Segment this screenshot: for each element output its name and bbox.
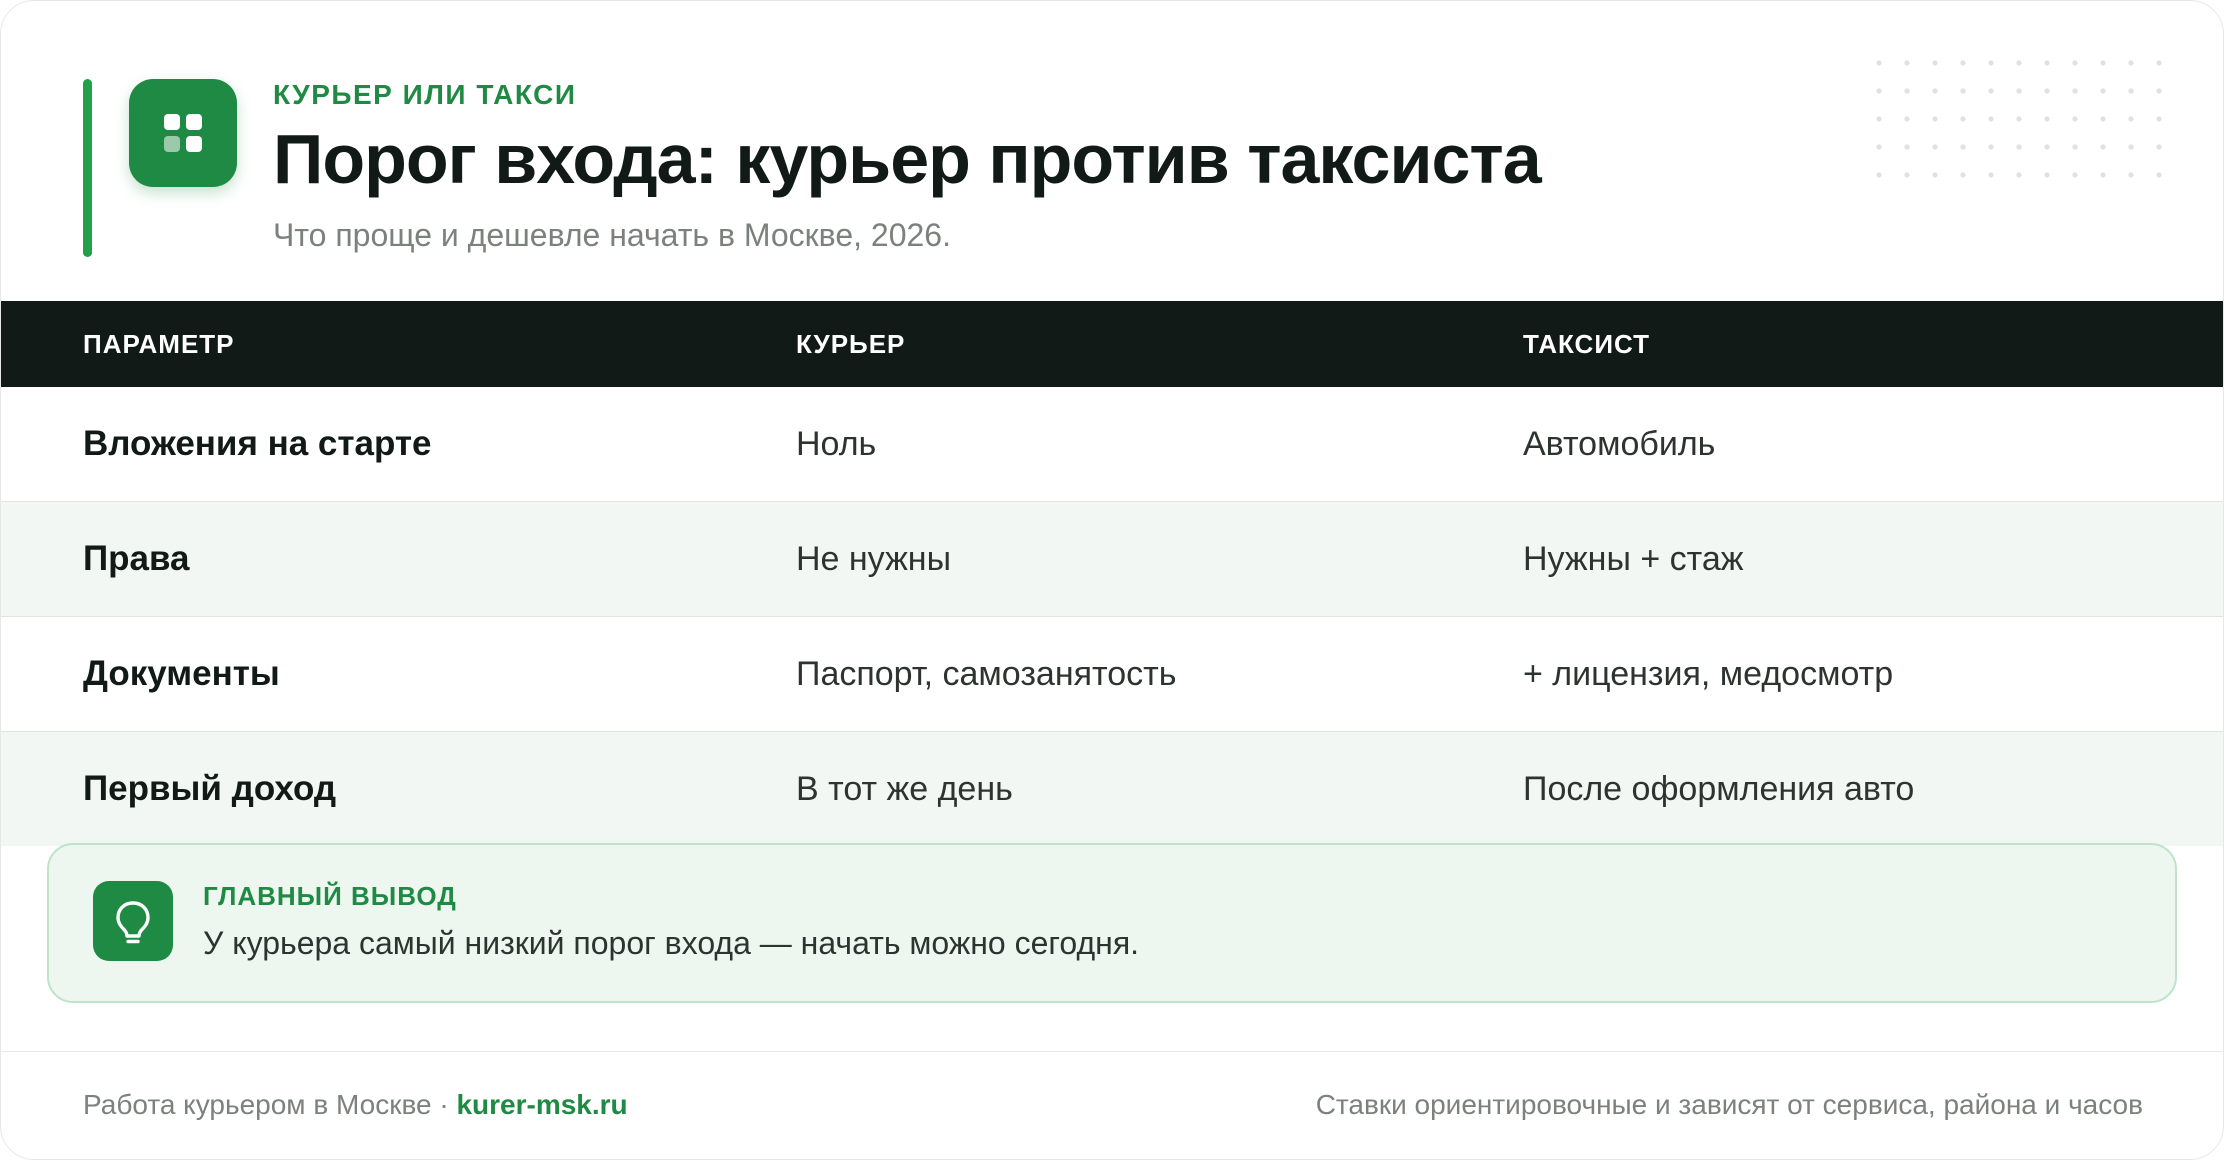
page-title: Порог входа: курьер против таксиста (273, 120, 1542, 198)
conclusion-label: ГЛАВНЫЙ ВЫВОД (203, 881, 457, 911)
row-courier-value: Не нужны (796, 540, 952, 578)
conclusion-callout: ГЛАВНЫЙ ВЫВОД У курьера самый низкий пор… (47, 843, 2177, 1003)
table-row: Вложения на старте Ноль Автомобиль (1, 387, 2223, 502)
row-courier-value: В тот же день (796, 770, 1013, 808)
footer-credit: Работа курьером в Москве · kurer-msk.ru (83, 1089, 628, 1121)
row-parameter: Первый доход (83, 769, 337, 808)
column-header-parameter: ПАРАМЕТР (83, 329, 235, 359)
footer-divider (1, 1051, 2223, 1052)
row-parameter: Права (83, 539, 190, 578)
row-parameter: Вложения на старте (83, 424, 432, 463)
footer-disclaimer: Ставки ориентировочные и зависят от серв… (1315, 1089, 2143, 1120)
row-taxi-value: Автомобиль (1523, 425, 1716, 463)
column-header-taxi: ТАКСИСТ (1523, 329, 1651, 359)
conclusion-text: У курьера самый низкий порог входа — нач… (203, 925, 1140, 961)
grid-icon (129, 79, 237, 187)
table-row: Документы Паспорт, самозанятость + лицен… (1, 617, 2223, 732)
kicker: КУРЬЕР ИЛИ ТАКСИ (273, 79, 577, 110)
subtitle: Что проще и дешевле начать в Москве, 202… (273, 217, 951, 253)
infographic-card: КУРЬЕР ИЛИ ТАКСИ Порог входа: курьер про… (0, 0, 2224, 1160)
column-header-courier: КУРЬЕР (796, 329, 906, 359)
row-courier-value: Паспорт, самозанятость (796, 655, 1177, 693)
row-courier-value: Ноль (796, 425, 877, 463)
row-taxi-value: Нужны + стаж (1523, 540, 1744, 578)
footer-credit-text: Работа курьером в Москве · (83, 1089, 457, 1120)
footer-site-link[interactable]: kurer-msk.ru (456, 1089, 627, 1120)
decorative-dots (1865, 49, 2165, 189)
row-parameter: Документы (83, 654, 280, 693)
lightbulb-icon (93, 881, 173, 961)
row-taxi-value: + лицензия, медосмотр (1523, 655, 1894, 693)
comparison-table: ПАРАМЕТР КУРЬЕР ТАКСИСТ Вложения на стар… (1, 301, 2223, 846)
table-row: Первый доход В тот же день После оформле… (1, 732, 2223, 846)
table-row: Права Не нужны Нужны + стаж (1, 502, 2223, 617)
accent-bar (83, 79, 92, 257)
row-taxi-value: После оформления авто (1523, 770, 1915, 808)
table-header: ПАРАМЕТР КУРЬЕР ТАКСИСТ (1, 301, 2223, 387)
